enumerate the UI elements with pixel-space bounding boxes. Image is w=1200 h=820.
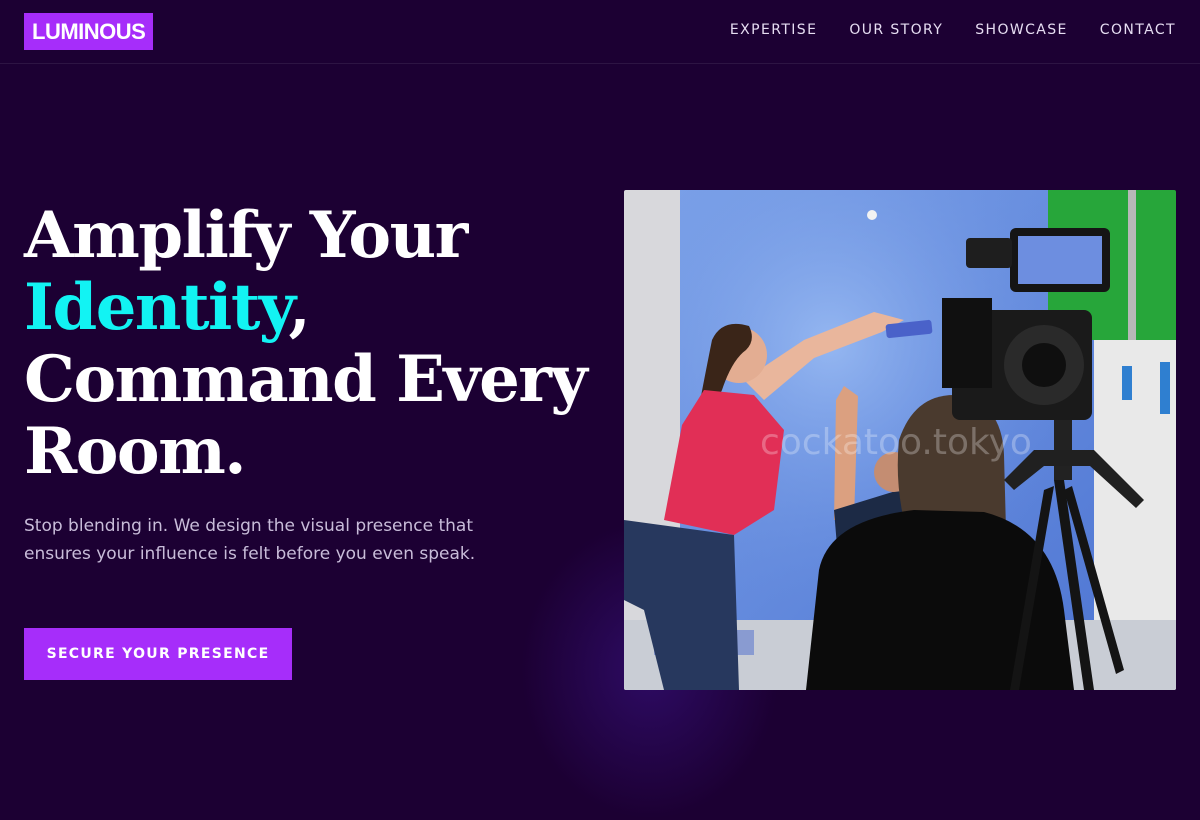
brand-logo[interactable]: LUMINOUS [24, 13, 154, 50]
nav-link-expertise[interactable]: EXPERTISE [730, 22, 817, 38]
hero-title-line3: Command Every [24, 342, 588, 417]
nav-link-our-story[interactable]: OUR STORY [849, 22, 943, 38]
hero-subtitle: Stop blending in. We design the visual p… [24, 516, 476, 564]
nav-link-showcase[interactable]: SHOWCASE [975, 22, 1068, 38]
hero-title-accent: Identity [24, 270, 290, 345]
site-header: LUMINOUS EXPERTISE OUR STORY SHOWCASE CO… [0, 0, 1200, 64]
hero-image-film-set: cockatoo.tokyo [624, 190, 1176, 690]
hero-title-comma: , [288, 270, 310, 345]
nav-link-contact[interactable]: CONTACT [1100, 22, 1176, 38]
hero-title-line1: Amplify Your [24, 198, 468, 273]
main-nav: EXPERTISE OUR STORY SHOWCASE CONTACT [730, 22, 1176, 38]
image-watermark: cockatoo.tokyo [760, 422, 1032, 463]
secure-presence-button[interactable]: SECURE YOUR PRESENCE [24, 628, 292, 680]
hero-title: Amplify Your Identity, Command Every Room. [24, 200, 604, 488]
hero-title-line4: Room. [24, 414, 247, 489]
